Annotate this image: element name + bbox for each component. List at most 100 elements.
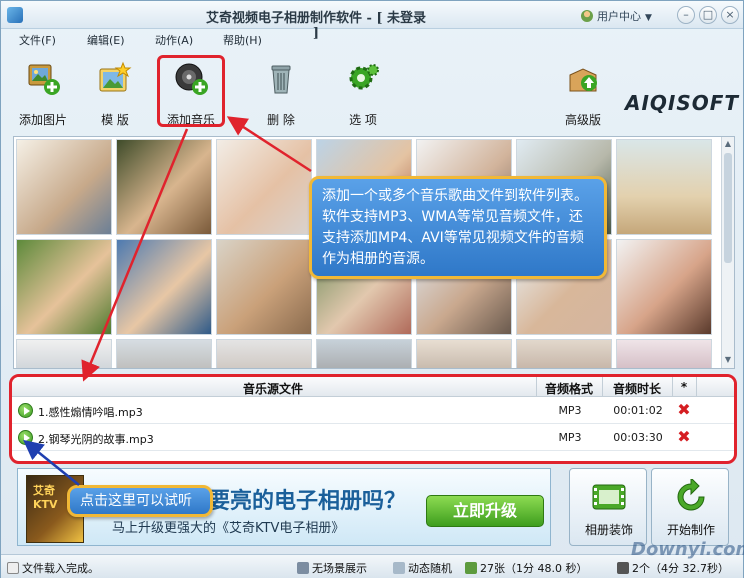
photo-thumbnail[interactable]: [116, 139, 212, 235]
menu-bar: 文件(F) 编辑(E) 动作(A) 帮助(H): [1, 29, 743, 49]
photo-thumbnail[interactable]: [216, 239, 312, 335]
photo-thumbnail[interactable]: [116, 239, 212, 335]
scroll-up-icon[interactable]: ▲: [724, 139, 732, 148]
add-image-icon: [28, 64, 60, 95]
add-music-tip: 添加一个或多个音乐歌曲文件到软件列表。软件支持MP3、WMA等常见音频文件，还支…: [309, 176, 607, 279]
advanced-button[interactable]: 高级版: [547, 57, 619, 127]
scrollbar-thumb[interactable]: [724, 153, 732, 263]
music-list-header: 音乐源文件 音频格式 音频时长 *: [12, 377, 734, 397]
add-image-button[interactable]: 添加图片: [7, 57, 79, 127]
app-window: 艾奇视频电子相册制作软件 - [ 未登录 ] 用户中心 ▼ – □ × 文件(F)…: [0, 0, 744, 578]
start-make-label: 开始制作: [666, 523, 715, 537]
options-button[interactable]: 选 项: [327, 57, 399, 127]
template-label: 模 版: [101, 113, 129, 127]
photo-thumbnail[interactable]: [616, 239, 712, 335]
title-bar: 艾奇视频电子相册制作软件 - [ 未登录 ] 用户中心 ▼ – □ ×: [1, 1, 743, 41]
header-star[interactable]: *: [674, 380, 694, 394]
status-message-text: 文件载入完成。: [22, 562, 99, 575]
film-frame-icon: [592, 484, 626, 510]
menu-edit[interactable]: 编辑(E): [87, 32, 125, 48]
photo-thumbnail[interactable]: [316, 339, 412, 368]
music-icon: [617, 562, 629, 574]
chevron-down-icon: ▼: [645, 13, 652, 23]
status-message: 文件载入完成。: [7, 560, 99, 576]
photo-grid-scrollbar[interactable]: ▲ ▼: [721, 137, 734, 368]
upgrade-box-icon: [569, 68, 597, 92]
music-file-name: 1.感性煽情吟唱.mp3: [38, 406, 143, 419]
delete-label: 删 除: [267, 113, 295, 127]
music-list: 音乐源文件 音频格式 音频时长 * 1.感性煽情吟唱.mp3 MP3 00:01…: [9, 374, 737, 464]
music-row[interactable]: 2.钢琴光阴的故事.mp3 MP3 00:03:30 ✖: [12, 425, 734, 451]
random-status[interactable]: 动态随机: [393, 560, 452, 576]
menu-help[interactable]: 帮助(H): [223, 32, 262, 48]
photo-thumbnail[interactable]: [616, 139, 712, 235]
close-button[interactable]: ×: [721, 6, 739, 24]
brand-logo: AIQISOFT: [625, 91, 740, 115]
maximize-button[interactable]: □: [699, 6, 717, 24]
header-format[interactable]: 音频格式: [538, 380, 600, 397]
delete-button[interactable]: 删 除: [245, 57, 317, 127]
music-row[interactable]: 1.感性煽情吟唱.mp3 MP3 00:01:02 ✖: [12, 398, 734, 424]
photo-count-text: 27张（1分 48.0 秒）: [480, 562, 588, 575]
photo-thumbnail[interactable]: [16, 139, 112, 235]
photo-icon: [465, 562, 477, 574]
photo-count-status: 27张（1分 48.0 秒）: [465, 560, 587, 576]
random-text: 动态随机: [408, 562, 452, 575]
music-count-text: 2个（4分 32.7秒）: [632, 562, 729, 575]
header-divider: [602, 377, 603, 397]
banner-subtitle: 马上升级更强大的《艾奇KTV电子相册》: [112, 521, 345, 536]
start-make-button[interactable]: 开始制作: [651, 468, 729, 546]
photo-thumbnail[interactable]: [116, 339, 212, 368]
gear-icon: [349, 64, 379, 90]
photo-thumbnail[interactable]: [216, 139, 312, 235]
shuffle-icon: [393, 562, 405, 574]
menu-file[interactable]: 文件(F): [19, 32, 56, 48]
watermark: Downyi.com: [631, 539, 744, 560]
play-icon[interactable]: [18, 403, 33, 418]
user-icon: [581, 10, 593, 22]
preview-tip: 点击这里可以试听: [67, 485, 213, 517]
template-button[interactable]: 模 版: [79, 57, 151, 127]
user-center-button[interactable]: 用户中心 ▼: [581, 8, 652, 24]
app-icon: [7, 7, 23, 23]
toolbar: 添加图片 模 版 添加音乐 删 除 选 项 高级版: [1, 49, 743, 131]
delete-row-icon[interactable]: ✖: [676, 429, 692, 445]
scene-status[interactable]: 无场景展示: [297, 560, 367, 576]
scene-text: 无场景展示: [312, 562, 367, 575]
template-icon: [99, 61, 132, 92]
photo-thumbnail[interactable]: [416, 339, 512, 368]
music-count-status: 2个（4分 32.7秒）: [617, 560, 729, 576]
header-file[interactable]: 音乐源文件: [12, 380, 534, 397]
add-image-label: 添加图片: [18, 113, 67, 127]
header-duration[interactable]: 音频时长: [604, 380, 670, 397]
upgrade-now-button[interactable]: 立即升级: [426, 495, 544, 527]
trash-icon: [271, 65, 291, 94]
advanced-label: 高级版: [564, 113, 601, 127]
scroll-down-icon[interactable]: ▼: [724, 355, 732, 364]
film-icon: [297, 562, 309, 574]
photo-thumbnail[interactable]: [16, 239, 112, 335]
delete-row-icon[interactable]: ✖: [676, 402, 692, 418]
photo-thumbnail[interactable]: [16, 339, 112, 368]
music-duration: 00:01:02: [613, 404, 663, 417]
menu-action[interactable]: 动作(A): [155, 32, 193, 48]
album-decorate-label: 相册装饰: [584, 523, 633, 537]
photo-thumbnail[interactable]: [616, 339, 712, 368]
music-format: MP3: [558, 404, 582, 417]
minimize-button[interactable]: –: [677, 6, 695, 24]
album-decorate-button[interactable]: 相册装饰: [569, 468, 647, 546]
document-icon: [7, 562, 19, 574]
refresh-arrow-icon: [677, 479, 705, 511]
photo-thumbnail[interactable]: [216, 339, 312, 368]
play-icon[interactable]: [18, 430, 33, 445]
header-divider: [696, 377, 697, 397]
options-label: 选 项: [349, 113, 377, 127]
music-duration: 00:03:30: [613, 431, 663, 444]
user-center-label: 用户中心: [597, 10, 641, 23]
banner-title: 要亮的电子相册吗？: [208, 489, 407, 514]
header-divider: [672, 377, 673, 397]
photo-thumbnail[interactable]: [516, 339, 612, 368]
music-file-name: 2.钢琴光阴的故事.mp3: [38, 433, 154, 446]
music-format: MP3: [558, 431, 582, 444]
header-divider: [536, 377, 537, 397]
